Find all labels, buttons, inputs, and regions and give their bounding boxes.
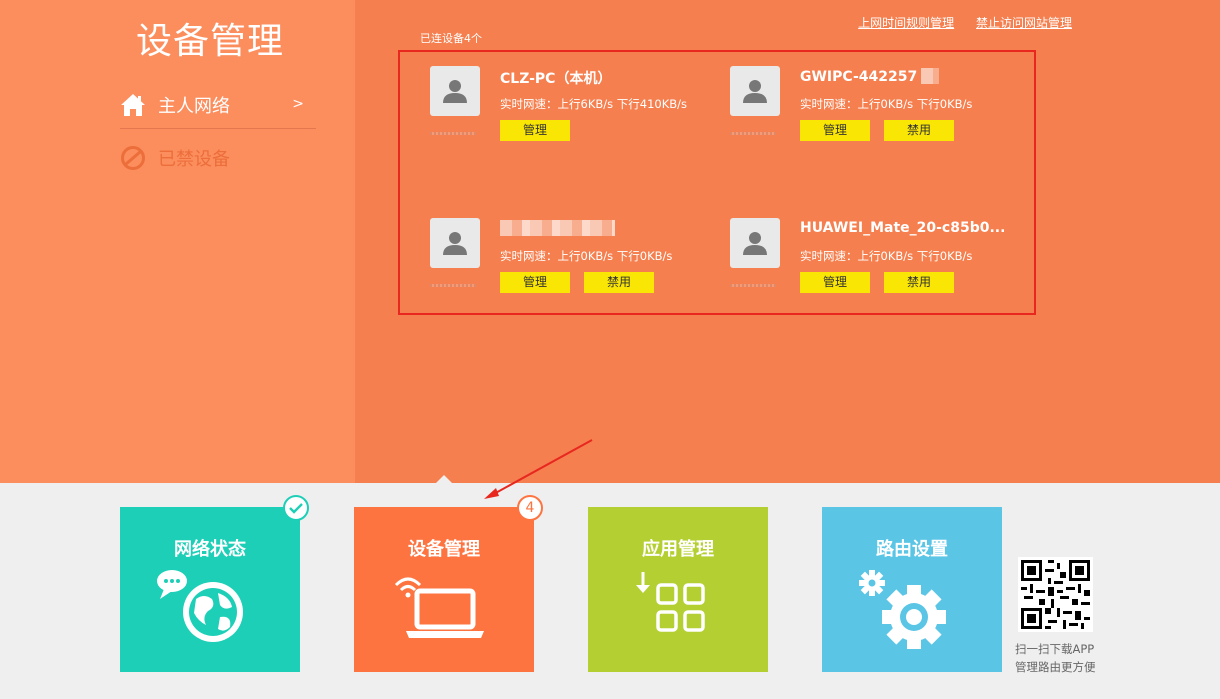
apps-grid-icon [636,572,705,632]
device-name-row: GWIPC-442257 [800,68,940,85]
gear-icon [859,570,946,649]
device-avatar [730,66,780,116]
user-icon [443,80,467,103]
blurred-text [500,220,615,236]
qr-code [1018,557,1093,632]
block-button[interactable]: 禁用 [584,272,654,293]
block-button[interactable]: 禁用 [884,272,954,293]
tile-label: 网络状态 [174,539,246,560]
active-tab-pointer [435,475,453,484]
device-name-row [500,220,615,237]
device-avatar [730,218,780,268]
device-mac-blurred [730,284,776,287]
tile-label: 设备管理 [408,539,480,560]
time-rules-link[interactable]: 上网时间规则管理 [858,16,954,30]
device-list: CLZ-PC（本机） 实时网速：上行6KB/s 下行410KB/s 管理 GWI… [398,50,1036,315]
qr-caption-line1: 扫一扫下载APP [1015,642,1095,656]
tile-app-management[interactable]: 应用管理 [588,507,768,672]
home-icon [121,94,145,116]
user-icon [743,80,767,103]
device-card: 实时网速：上行0KB/s 下行0KB/s 管理 禁用 [430,218,730,318]
user-icon [443,232,467,255]
device-mac-blurred [430,284,476,287]
qr-code-image [1018,557,1093,632]
device-avatar [430,218,480,268]
tile-device-management[interactable]: 设备管理 4 [354,495,543,672]
qr-caption: 扫一扫下载APP 管理路由更方便 [1015,640,1096,676]
connected-count: 已连设备4个 [420,32,482,45]
qr-caption-line2: 管理路由更方便 [1015,660,1096,674]
top-panel: 设备管理 主人网络 > 已禁设备 上网时间规则管理 禁止访问网站管理 已连设备4… [0,0,1220,483]
laptop-wifi-icon [394,577,484,638]
chevron-right-icon: > [292,96,304,112]
device-card: GWIPC-442257 实时网速：上行0KB/s 下行0KB/s 管理 禁用 [730,66,1030,166]
tile-router-settings[interactable]: 路由设置 [822,507,1002,672]
device-avatar [430,66,480,116]
tile-network-status[interactable]: 网络状态 [120,495,309,672]
sidebar-item-main-network[interactable]: 主人网络 > [120,82,316,129]
device-speed: 实时网速：上行0KB/s 下行0KB/s [800,97,973,111]
globe-chat-icon [157,570,243,642]
sidebar-item-label: 主人网络 [158,96,230,117]
device-speed: 实时网速：上行6KB/s 下行410KB/s [500,97,688,111]
sidebar: 设备管理 主人网络 > 已禁设备 [0,0,355,483]
sidebar-item-banned-devices[interactable]: 已禁设备 [120,138,316,178]
sidebar-item-label: 已禁设备 [158,149,230,170]
tile-label: 路由设置 [876,539,948,560]
device-mac-blurred [730,132,776,135]
block-button[interactable]: 禁用 [884,120,954,141]
manage-button[interactable]: 管理 [800,120,870,141]
tile-label: 应用管理 [642,539,714,560]
topbar-links: 上网时间规则管理 禁止访问网站管理 [840,14,1072,31]
blocked-sites-link[interactable]: 禁止访问网站管理 [976,16,1072,30]
device-speed: 实时网速：上行0KB/s 下行0KB/s [800,249,973,263]
ban-icon [121,146,145,170]
device-mac-blurred [430,132,476,135]
page-title: 设备管理 [136,21,285,62]
device-card: CLZ-PC（本机） 实时网速：上行6KB/s 下行410KB/s 管理 [430,66,730,166]
device-name: HUAWEI_Mate_20-c85b0... [800,220,1006,236]
device-card: HUAWEI_Mate_20-c85b0... 实时网速：上行0KB/s 下行0… [730,218,1030,318]
blurred-text [921,68,940,84]
device-name: GWIPC-442257 [800,69,918,85]
device-speed: 实时网速：上行0KB/s 下行0KB/s [500,249,673,263]
manage-button[interactable]: 管理 [800,272,870,293]
user-icon [743,232,767,255]
check-badge-icon [283,495,309,521]
device-count-badge: 4 [517,495,543,521]
manage-button[interactable]: 管理 [500,272,570,293]
manage-button[interactable]: 管理 [500,120,570,141]
device-name: CLZ-PC（本机） [500,71,612,87]
